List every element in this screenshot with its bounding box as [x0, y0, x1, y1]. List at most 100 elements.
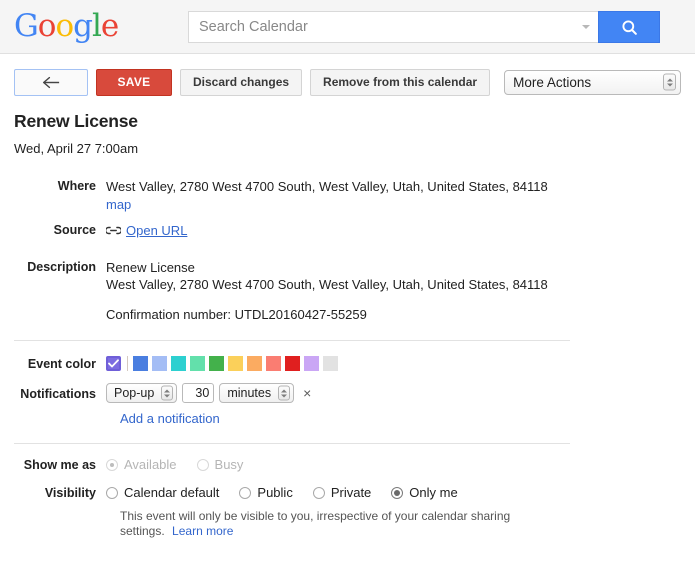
search-bar [188, 11, 660, 43]
show-me-as-row: Show me as Available Busy [14, 457, 681, 472]
description-row: Description Renew License West Valley, 2… [14, 259, 681, 323]
show-me-as-label: Show me as [23, 458, 96, 472]
back-arrow-icon [42, 76, 60, 88]
where-value-group: West Valley, 2780 West 4700 South, West … [106, 178, 681, 213]
radio-label: Only me [409, 485, 458, 500]
notification-unit-select[interactable]: minutes [219, 383, 295, 403]
add-notification-link[interactable]: Add a notification [120, 411, 220, 426]
description-label: Description [27, 260, 96, 274]
color-swatch-orange[interactable] [247, 356, 262, 371]
discard-changes-button[interactable]: Discard changes [180, 68, 303, 96]
back-button[interactable] [14, 68, 88, 96]
radio-label: Public [257, 485, 293, 500]
notification-method-select[interactable]: Pop-up [106, 383, 178, 403]
description-confirmation-number: Confirmation number: UTDL20160427-55259 [106, 307, 367, 322]
color-swatch-salmon[interactable] [266, 356, 281, 371]
color-notifications-section: Event color Notifications Pop-up 30 minu… [0, 356, 695, 426]
page-title: Renew License [14, 111, 138, 131]
action-toolbar: SAVE Discard changes Remove from this ca… [0, 63, 695, 101]
radio-dot-icon [391, 486, 404, 499]
stepper-chevrons-icon[interactable] [663, 73, 676, 91]
color-swatch-strip [106, 356, 342, 371]
color-swatch-blue[interactable] [133, 356, 148, 371]
event-color-label: Event color [27, 357, 96, 371]
visibility-label: Visibility [44, 486, 96, 500]
logo-letter-o1: o [37, 8, 57, 44]
color-selected-checkbox[interactable] [106, 356, 121, 371]
search-icon [621, 19, 637, 35]
stepper-chevrons-icon[interactable] [278, 385, 291, 401]
remove-from-calendar-button[interactable]: Remove from this calendar [310, 68, 491, 96]
color-swatch-light-blue[interactable] [152, 356, 167, 371]
radio-label: Busy [214, 457, 244, 472]
notifications-row: Notifications Pop-up minutes × [14, 383, 681, 403]
radio-show-me-as-available[interactable]: Available [106, 457, 177, 472]
logo-letter-e: e [100, 8, 119, 44]
more-actions-label: More Actions [513, 74, 592, 90]
divider-bottom [14, 443, 570, 444]
save-button[interactable]: SAVE [96, 68, 172, 96]
notifications-label: Notifications [20, 386, 96, 401]
divider-top [14, 340, 570, 341]
notification-unit-value: minutes [227, 386, 272, 400]
app-header: Google [0, 0, 695, 54]
color-swatch-mint[interactable] [190, 356, 205, 371]
event-header: Renew License Wed, April 27 7:00am [0, 101, 695, 156]
radio-label: Private [330, 485, 372, 500]
event-date: Wed, April 27 7:00am [14, 141, 139, 156]
event-details: Where West Valley, 2780 West 4700 South,… [0, 178, 695, 323]
where-label: Where [57, 179, 96, 193]
learn-more-link[interactable]: Learn more [172, 524, 233, 538]
source-row: Source Open URL [14, 222, 681, 239]
visibility-note: This event will only be visible to you, … [120, 509, 520, 539]
event-color-row: Event color [14, 356, 681, 371]
description-line-1: Renew License [106, 260, 195, 275]
color-swatch-yellow[interactable] [228, 356, 243, 371]
notification-method-value: Pop-up [114, 386, 155, 400]
source-value-group: Open URL [106, 222, 681, 239]
color-swatch-green[interactable] [209, 356, 224, 371]
description-line-2: West Valley, 2780 West 4700 South, West … [106, 277, 548, 292]
search-box[interactable] [188, 11, 598, 43]
color-swatch-red[interactable] [285, 356, 300, 371]
open-url-link[interactable]: Open URL [126, 222, 187, 239]
radio-visibility-private[interactable]: Private [312, 485, 372, 500]
description-value-group: Renew License West Valley, 2780 West 470… [106, 259, 681, 323]
color-swatch-gray[interactable] [323, 356, 338, 371]
radio-dot-icon [196, 458, 209, 471]
radio-label: Calendar default [124, 485, 220, 500]
where-row: Where West Valley, 2780 West 4700 South,… [14, 178, 681, 213]
logo-letter-g2: g [73, 8, 93, 44]
radio-dot-icon [239, 486, 252, 499]
notification-amount-input[interactable] [182, 383, 215, 403]
search-button[interactable] [598, 11, 660, 43]
radio-visibility-only-me[interactable]: Only me [391, 485, 458, 500]
stepper-chevrons-icon[interactable] [161, 385, 174, 401]
source-label: Source [53, 223, 96, 237]
visibility-row: Visibility Calendar default Public Priva… [14, 485, 681, 500]
radio-dot-icon [312, 486, 325, 499]
color-swatch-lavender[interactable] [304, 356, 319, 371]
radio-dot-icon [106, 486, 118, 499]
radio-visibility-public[interactable]: Public [239, 485, 293, 500]
more-actions-select[interactable]: More Actions [504, 69, 681, 95]
where-value: West Valley, 2780 West 4700 South, West … [106, 179, 548, 194]
google-logo: Google [14, 8, 119, 44]
map-link[interactable]: map [106, 196, 681, 213]
logo-letter-l: l [91, 8, 102, 44]
color-swatch-cyan[interactable] [171, 356, 186, 371]
search-input[interactable] [199, 19, 576, 35]
logo-letter-o2: o [55, 8, 74, 44]
check-icon [108, 359, 119, 368]
logo-letter-g1: G [14, 8, 39, 44]
swatch-divider [127, 356, 128, 371]
link-icon [106, 226, 121, 235]
chevron-down-icon[interactable] [582, 25, 590, 29]
radio-label: Available [124, 457, 177, 472]
radio-show-me-as-busy[interactable]: Busy [196, 457, 244, 472]
radio-visibility-calendar-default[interactable]: Calendar default [106, 485, 219, 500]
availability-visibility-section: Show me as Available Busy Visibility Cal… [0, 457, 695, 539]
radio-dot-icon [106, 458, 118, 471]
remove-notification-icon[interactable]: × [303, 386, 311, 400]
